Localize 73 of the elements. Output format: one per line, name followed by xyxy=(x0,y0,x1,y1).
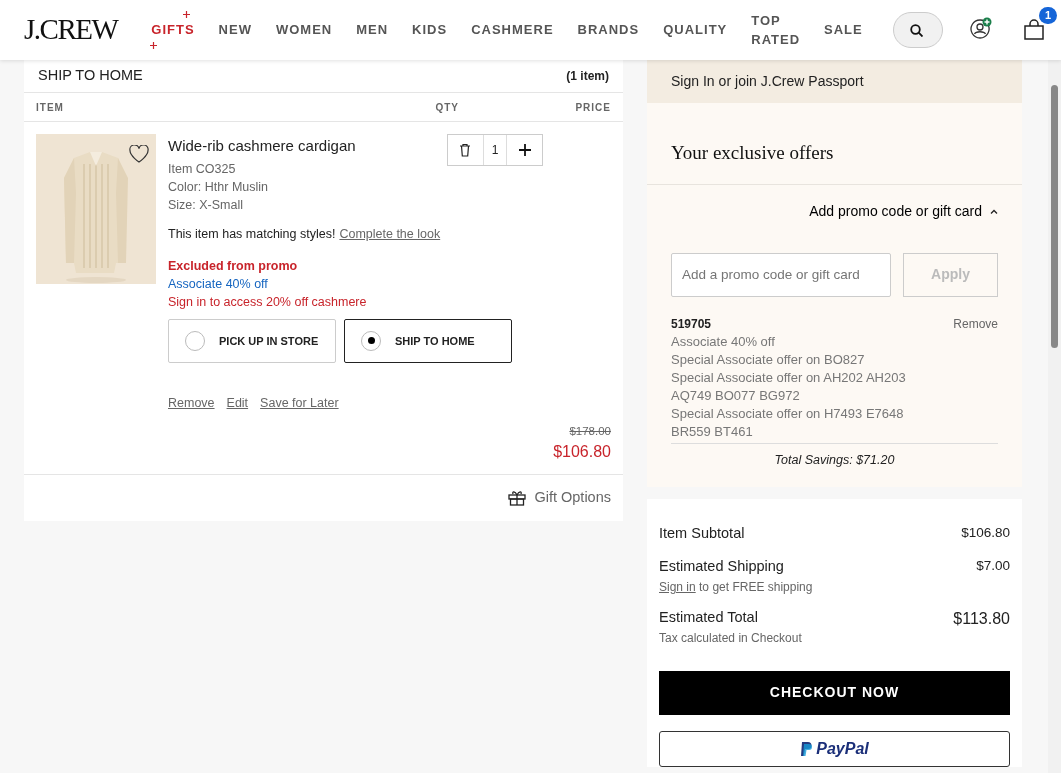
sparkle-icon xyxy=(182,11,190,19)
paypal-icon xyxy=(800,740,813,757)
promo-code: 519705 xyxy=(671,315,712,333)
nav-link[interactable]: MEN xyxy=(356,20,389,40)
promo-message: Sign in to access 20% off cashmere xyxy=(168,293,368,311)
column-header: PRICE xyxy=(575,100,611,115)
complete-look-link[interactable]: Complete the look xyxy=(339,225,441,244)
promo-message: Associate 40% off xyxy=(168,275,269,293)
nav-link[interactable]: WOMEN xyxy=(275,20,333,40)
offer-line: Special Associate offer on AH202 AH203 AQ749 BO077 BG972 xyxy=(671,368,907,405)
nav-link[interactable]: SALE xyxy=(824,20,863,40)
nav-link[interactable]: BRANDS xyxy=(577,20,640,40)
heart-icon[interactable] xyxy=(129,145,149,163)
delivery-option[interactable]: SHIP TO HOME xyxy=(344,318,512,363)
summary-label: Estimated Shipping xyxy=(659,557,785,576)
summary-value: $113.80 xyxy=(953,608,1010,629)
shipping-note: Sign in to get FREE shipping xyxy=(659,578,813,596)
nav-link[interactable]: CASHMERE xyxy=(471,20,554,40)
cart-count: 1 xyxy=(1038,7,1057,24)
remove-code-link[interactable]: Remove xyxy=(953,314,998,333)
product-detail: Size: X-Small xyxy=(168,197,245,214)
tax-note: Tax calculated in Checkout xyxy=(659,629,802,647)
sparkle-icon xyxy=(150,41,158,49)
plus-icon xyxy=(518,144,531,156)
matching-styles-text: This item has matching styles! xyxy=(168,226,336,243)
scrollbar[interactable] xyxy=(1048,60,1061,773)
total-savings: Total Savings: $71.20 xyxy=(773,451,896,469)
section-title: SHIP TO HOME xyxy=(38,66,143,86)
nav-link[interactable]: NEW xyxy=(218,20,252,40)
nav-link[interactable]: QUALITY xyxy=(663,20,728,40)
original-price: $178.00 xyxy=(568,423,611,439)
offer-line: Special Associate offer on BO827 xyxy=(671,350,866,369)
search-field[interactable] xyxy=(892,12,943,48)
scrollbar-thumb[interactable] xyxy=(1051,85,1058,348)
product-detail: Item CO325 xyxy=(168,161,237,178)
logo[interactable]: J.CREW xyxy=(24,8,152,52)
item-action-link[interactable]: Remove xyxy=(168,393,215,413)
product-detail: Color: Hthr Muslin xyxy=(168,179,270,196)
offers-title: Your exclusive offers xyxy=(647,103,1022,185)
sale-price: $106.80 xyxy=(552,441,611,462)
passport-text: J.Crew Passport xyxy=(760,72,864,91)
or-text: or xyxy=(718,72,732,91)
nav-link[interactable]: KIDS xyxy=(412,20,448,40)
gift-options-link[interactable]: Gift Options xyxy=(508,486,611,509)
promo-code-field[interactable]: Add a promo code or gift card xyxy=(671,252,891,297)
offer-line: Special Associate offer on H7493 E7648 BR559 BT461 xyxy=(671,404,905,441)
summary-label: Item Subtotal xyxy=(659,524,745,544)
paypal-button[interactable]: PayPal xyxy=(659,730,1010,767)
nav-link[interactable]: TOP RATED xyxy=(751,10,801,50)
gift-icon xyxy=(508,489,527,506)
promo-message: Excluded from promo xyxy=(168,257,299,275)
nav-link[interactable]: GIFTS xyxy=(151,22,195,38)
join-link[interactable]: join xyxy=(735,71,757,92)
item-action-link[interactable]: Save for Later xyxy=(260,393,339,413)
trash-icon xyxy=(459,143,472,157)
search-icon xyxy=(909,23,923,37)
item-action-link[interactable]: Edit xyxy=(226,393,249,413)
sign-in-link[interactable]: Sign in xyxy=(659,579,696,594)
bag-icon[interactable] xyxy=(1023,19,1045,41)
summary-value: $106.80 xyxy=(961,524,1010,543)
delivery-option[interactable]: PICK UP IN STORE xyxy=(168,318,336,363)
checkout-button[interactable]: CHECKOUT NOW xyxy=(659,670,1010,715)
product-name[interactable]: Wide-rib cashmere cardigan xyxy=(168,135,356,158)
summary-label: Estimated Total xyxy=(659,607,759,627)
summary-value: $7.00 xyxy=(976,557,1010,575)
item-count: (1 item) xyxy=(566,68,609,85)
sign-in-link[interactable]: Sign In xyxy=(671,71,715,92)
offer-line: Associate 40% off xyxy=(671,332,776,351)
promo-toggle[interactable]: Add promo code or gift card xyxy=(809,200,998,222)
quantity-stepper[interactable]: 1 xyxy=(447,134,543,166)
caret-icon xyxy=(990,208,998,214)
column-header: QTY xyxy=(435,100,460,115)
column-header: ITEM xyxy=(36,100,65,115)
